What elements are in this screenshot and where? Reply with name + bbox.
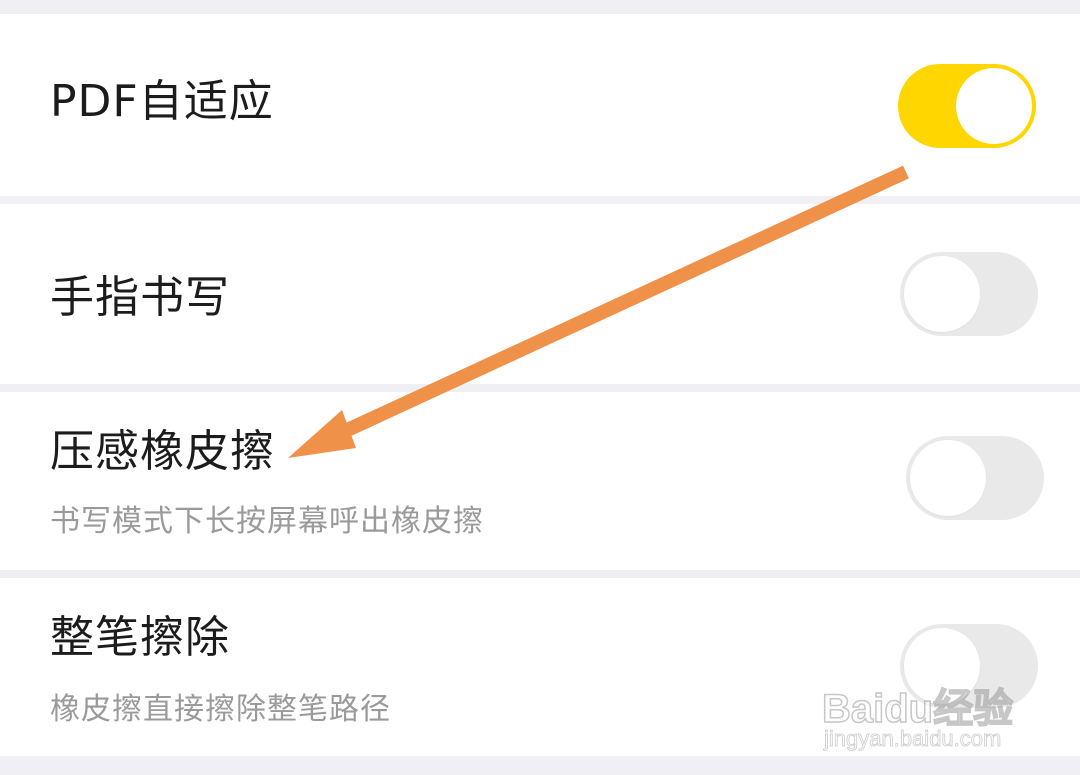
- settings-screen: PDF自适应 手指书写 压感橡皮擦 书写模式下长按屏幕呼出橡皮擦 整笔擦除 橡皮…: [0, 0, 1080, 775]
- setting-title-pressure-eraser: 压感橡皮擦: [50, 426, 275, 477]
- setting-title-stroke-erase: 整笔擦除: [50, 612, 230, 663]
- divider: [0, 756, 1080, 775]
- divider: [0, 196, 1080, 204]
- watermark-url: jingyan.baidu.com: [824, 726, 1002, 752]
- setting-subtitle-stroke-erase: 橡皮擦直接擦除整笔路径: [50, 692, 391, 727]
- divider: [0, 570, 1080, 578]
- baidu-watermark: Baidu经验 jingyan.baidu.com: [821, 668, 1022, 758]
- setting-subtitle-pressure-eraser: 书写模式下长按屏幕呼出橡皮擦: [50, 504, 484, 539]
- pdf-adaptive-toggle[interactable]: [898, 64, 1036, 148]
- divider: [0, 384, 1080, 392]
- setting-row-pressure-eraser[interactable]: 压感橡皮擦 书写模式下长按屏幕呼出橡皮擦: [0, 392, 1080, 570]
- setting-row-finger-writing[interactable]: 手指书写: [0, 204, 1080, 384]
- toggle-knob: [956, 68, 1032, 144]
- finger-writing-toggle[interactable]: [900, 252, 1038, 336]
- divider: [0, 0, 1080, 14]
- toggle-knob: [904, 256, 980, 332]
- setting-title-pdf-adaptive: PDF自适应: [50, 76, 274, 127]
- setting-row-pdf-adaptive[interactable]: PDF自适应: [0, 14, 1080, 196]
- pressure-eraser-toggle[interactable]: [906, 436, 1044, 520]
- setting-title-finger-writing: 手指书写: [50, 272, 230, 323]
- toggle-knob: [910, 440, 986, 516]
